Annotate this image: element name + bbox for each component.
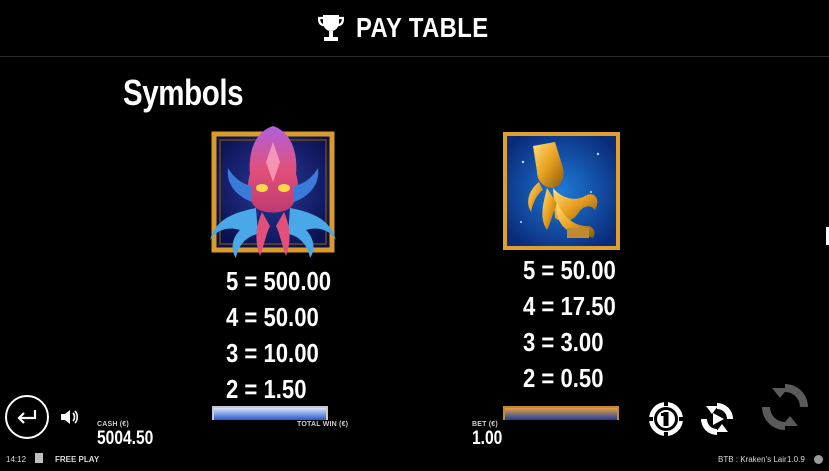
pay-row: 5 = 500.00 bbox=[226, 266, 332, 296]
next-symbol-frame bbox=[503, 406, 619, 420]
version-number: 1.0.9 bbox=[787, 455, 805, 464]
bet-display: BET (€) 1.00 bbox=[472, 421, 509, 450]
header-bar: PAY TABLE bbox=[0, 0, 829, 57]
pay-row: 4 = 50.00 bbox=[226, 302, 319, 332]
bet-label: BET (€) bbox=[472, 421, 498, 428]
document-icon[interactable] bbox=[35, 453, 43, 463]
pay-row: 3 = 3.00 bbox=[523, 327, 604, 357]
pay-row: 4 = 17.50 bbox=[523, 291, 616, 321]
clock-time: 14:12 bbox=[6, 455, 27, 464]
speaker-icon[interactable] bbox=[60, 408, 80, 426]
total-win-display: TOTAL WIN (€) bbox=[297, 421, 348, 428]
bet-coin-button[interactable] bbox=[647, 400, 685, 438]
page-title: PAY TABLE bbox=[355, 12, 489, 43]
kraken-symbol-image bbox=[210, 126, 336, 258]
golden-squid-symbol-image bbox=[503, 132, 620, 250]
trophy-icon bbox=[317, 15, 344, 41]
cash-label: CASH (€) bbox=[97, 421, 129, 428]
back-button[interactable] bbox=[5, 395, 49, 439]
cash-display: CASH (€) 5004.50 bbox=[97, 421, 166, 450]
autoplay-button[interactable] bbox=[698, 400, 736, 438]
total-win-label: TOTAL WIN (€) bbox=[297, 421, 349, 428]
section-title: Symbols bbox=[123, 72, 244, 113]
bet-value: 1.00 bbox=[472, 428, 503, 449]
spin-button[interactable] bbox=[758, 380, 812, 434]
golden-squid-pays: 5 = 50.00 4 = 17.50 3 = 3.00 2 = 0.50 bbox=[523, 252, 632, 396]
pay-row: 3 = 10.00 bbox=[226, 338, 319, 368]
play-mode: FREE PLAY bbox=[55, 455, 100, 464]
return-arrow-icon bbox=[17, 410, 37, 424]
cash-value: 5004.50 bbox=[97, 428, 154, 449]
gear-icon[interactable] bbox=[814, 455, 823, 464]
status-footer: 14:12 FREE PLAY BTB : Kraken's Lair 1.0.… bbox=[0, 450, 829, 471]
game-name: BTB : Kraken's Lair bbox=[718, 455, 787, 464]
pay-row: 5 = 50.00 bbox=[523, 255, 616, 285]
pay-row: 2 = 1.50 bbox=[226, 374, 307, 404]
pay-row: 2 = 0.50 bbox=[523, 363, 604, 393]
kraken-pays: 5 = 500.00 4 = 50.00 3 = 10.00 2 = 1.50 bbox=[226, 263, 350, 407]
next-symbol-frame bbox=[212, 406, 328, 420]
